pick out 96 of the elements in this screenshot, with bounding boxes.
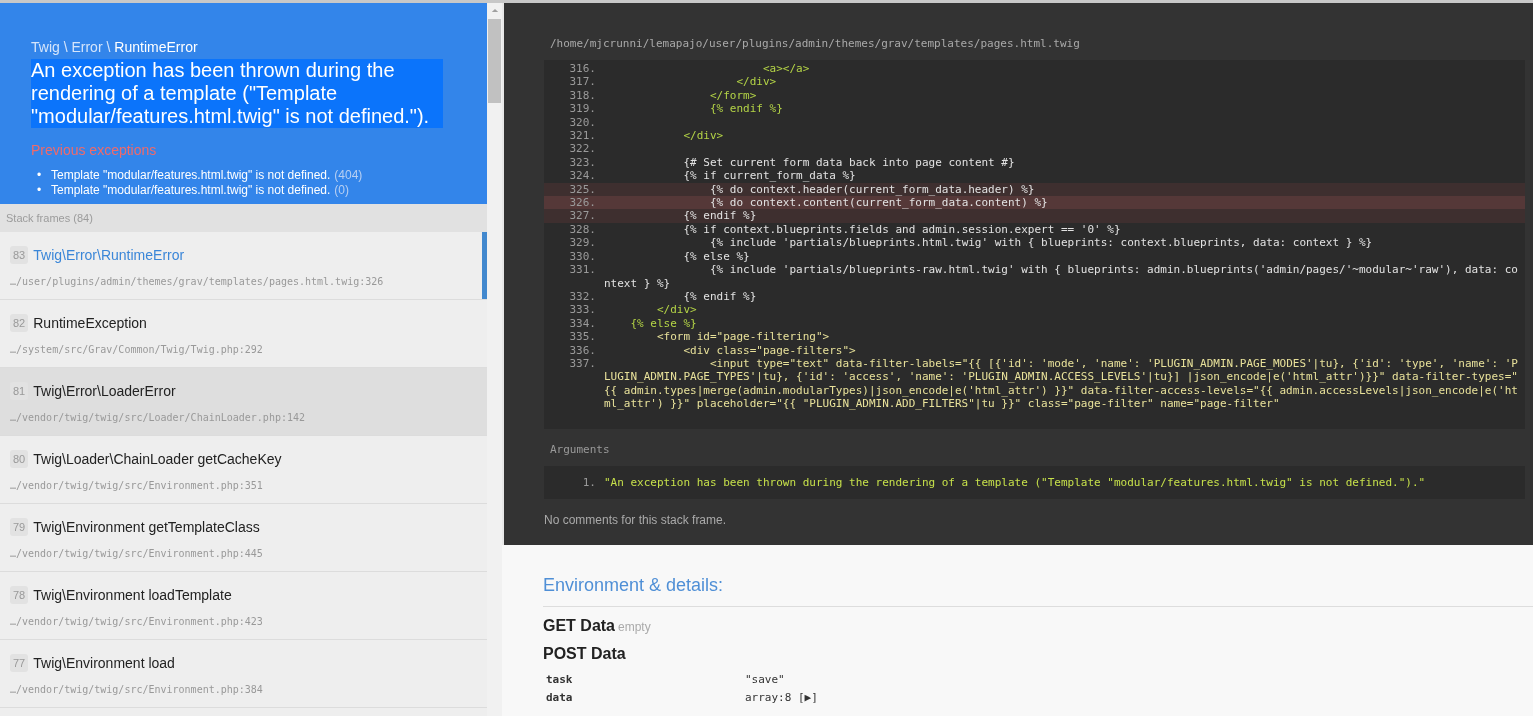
line-number: 325. xyxy=(568,182,597,197)
line-number: 331. xyxy=(568,263,597,279)
code-line: {% include 'partials/blueprints-raw.html.twig' with { blueprints: admin.blueprints('admin/pages/'~modular~'raw'), data: context } %} xyxy=(604,263,1519,290)
code-line: {% if current_form_data %} xyxy=(682,169,857,183)
details-title: Environment & details: xyxy=(543,575,1533,607)
selection-bar xyxy=(482,232,487,299)
frame-index: 81 xyxy=(10,382,29,400)
scrollbar-thumb[interactable] xyxy=(488,19,501,103)
code-line: {% include 'partials/blueprints.html.twig' with { blueprints: context.blueprints, data: context } %} xyxy=(708,236,1374,250)
code-line: {% if context.blueprints.fields and admin.session.expert == '0' %} xyxy=(682,222,1122,237)
frame-file: …/vendor/twig/twig/src/Loader/ChainLoader.php:142 xyxy=(10,412,306,423)
section-title: POST Data xyxy=(543,645,626,662)
error-namespace: Twig \ Error \ xyxy=(31,39,111,55)
list-bullet: • xyxy=(37,183,43,198)
frame-class: Twig\Error\LoaderError xyxy=(33,383,176,399)
exception-code: (0) xyxy=(334,183,349,198)
argument-number: 1. xyxy=(581,476,597,489)
data-value: "save" xyxy=(745,673,785,686)
list-bullet: • xyxy=(37,168,43,183)
stack-frame[interactable]: 79 Twig\Environment getTemplateClass …/vendor/twig/twig/src/Environment.php:445 xyxy=(0,504,487,572)
frame-class: Twig\Error\RuntimeError xyxy=(33,247,185,263)
line-number: 334. xyxy=(568,316,597,331)
line-number: 322. xyxy=(568,142,597,156)
frame-file: …/vendor/twig/twig/src/Environment.php:384 xyxy=(10,684,264,695)
code-line: </div> xyxy=(682,129,725,143)
frame-index: 83 xyxy=(10,246,29,264)
data-key: data xyxy=(546,691,745,704)
line-number: 329. xyxy=(568,236,597,250)
section-title: GET Data xyxy=(543,617,615,634)
frame-index: 82 xyxy=(10,314,29,332)
file-path: /home/mjcrunni/lemapajo/user/plugins/admin/themes/grav/templates/pages.html.twig xyxy=(549,37,1081,50)
frame-class: Twig\Loader\ChainLoader getCacheKey xyxy=(33,451,282,467)
line-number: 336. xyxy=(568,343,597,357)
frame-class: Twig\Environment load xyxy=(33,655,175,671)
stack-frames-header: Stack frames (84) xyxy=(0,204,487,232)
frame-file: …/user/plugins/admin/themes/grav/templates/pages.html.twig:326 xyxy=(10,276,385,287)
frame-class: Twig\Environment loadTemplate xyxy=(33,587,232,603)
frame-file: …/vendor/twig/twig/src/Environment.php:423 xyxy=(10,616,264,627)
line-number: 335. xyxy=(568,330,597,344)
code-line: <a></a> xyxy=(761,62,811,76)
frame-comments: No comments for this stack frame. xyxy=(544,513,728,527)
frame-index: 77 xyxy=(10,654,29,672)
line-number: 320. xyxy=(568,115,597,130)
data-key: task xyxy=(546,673,745,686)
line-number: 324. xyxy=(568,169,597,183)
line-number: 333. xyxy=(568,303,597,317)
code-line: {% endif %} xyxy=(682,289,758,304)
exception-code: (404) xyxy=(334,168,363,183)
code-line: {% else %} xyxy=(629,316,698,331)
frame-file: …/vendor/twig/twig/src/Environment.php:445 xyxy=(10,548,264,559)
code-line: {# Set current form data back into page content #} xyxy=(682,155,1016,170)
data-value: array:8 [▶] xyxy=(745,691,818,704)
frame-class: RuntimeException xyxy=(33,315,147,331)
stack-frame[interactable]: 81 Twig\Error\LoaderError …/vendor/twig/twig/src/Loader/ChainLoader.php:142 xyxy=(0,368,487,436)
section-note: empty xyxy=(618,620,651,634)
line-number: 316. xyxy=(568,62,597,76)
line-number: 326. xyxy=(568,196,597,210)
line-number: 330. xyxy=(568,249,597,264)
exception-message: An exception has been thrown during the rendering of a template ("Template "modular/features.html.twig" is not defined."). xyxy=(31,59,443,128)
line-number: 317. xyxy=(568,75,597,89)
previous-exceptions-title: Previous exceptions xyxy=(31,142,158,158)
line-number: 321. xyxy=(568,129,597,143)
line-number: 332. xyxy=(568,289,597,304)
code-line: </div> xyxy=(656,303,698,317)
scroll-up-icon[interactable] xyxy=(490,8,499,13)
frame-file: …/system/src/Grav/Common/Twig/Twig.php:292 xyxy=(10,344,264,355)
frame-file: …/vendor/twig/twig/src/Environment.php:351 xyxy=(10,480,264,491)
arguments-title: Arguments xyxy=(550,443,611,456)
code-line: <div class="page-filters"> xyxy=(682,343,857,357)
line-number: 327. xyxy=(568,209,597,223)
previous-exception[interactable]: Template "modular/features.html.twig" is not defined. xyxy=(51,183,331,198)
code-line: {% do context.header(current_form_data.header) %} xyxy=(708,182,1036,197)
line-number: 323. xyxy=(568,155,597,170)
error-class: RuntimeError xyxy=(114,39,198,55)
scrollbar[interactable] xyxy=(487,3,502,716)
stack-frame[interactable]: 80 Twig\Loader\ChainLoader getCacheKey …/vendor/twig/twig/src/Environment.php:351 xyxy=(0,436,487,504)
code-line: </div> xyxy=(735,75,778,89)
argument-value: "An exception has been thrown during the rendering of a template ("Template "modular/features.html.twig" is not defined.")." xyxy=(604,476,1426,489)
frame-class: Twig\Environment getTemplateClass xyxy=(33,519,260,535)
code-line: <form id="page-filtering"> xyxy=(656,330,831,344)
code-line: {% else %} xyxy=(682,249,751,264)
code-line: {% do context.content(current_form_data.content) %} xyxy=(708,196,1049,210)
line-number: 337. xyxy=(568,356,597,372)
line-number: 318. xyxy=(568,88,597,103)
frame-index: 79 xyxy=(10,518,29,536)
line-number: 319. xyxy=(568,102,597,116)
stack-frame[interactable]: 77 Twig\Environment load …/vendor/twig/twig/src/Environment.php:384 xyxy=(0,640,487,708)
code-line: </form> xyxy=(708,88,758,103)
line-number: 328. xyxy=(568,222,597,237)
code-line: <input type="text" data-filter-labels="{{ [{'id': 'mode', 'name': 'PLUGIN_ADMIN.PAGE_MODES'|tu}, {'id': 'type', 'name': 'PLUGIN_ADMIN.PAGE_TYPES'|tu}, {'id': 'access', 'name': 'PLUGIN_ADMIN.ACCESS_LEVELS'|tu}] |json_encode|e('html_attr')}}" data-filter-types="{{ admin.types|merge(admin.modularTypes)|json_encode|e('html_attr') }}" data-filter-access-levels="{{ admin.accessLevels|json_encode|e('html_attr') }}" placeholder="{{ "PLUGIN_ADMIN.ADD_FILTERS"|tu }}" class="page-filter" name="page-filter" xyxy=(604,356,1519,411)
stack-frame[interactable]: 78 Twig\Environment loadTemplate …/vendor/twig/twig/src/Environment.php:423 xyxy=(0,572,487,640)
previous-exception[interactable]: Template "modular/features.html.twig" is not defined. xyxy=(51,168,331,183)
frame-index: 78 xyxy=(10,586,29,604)
code-line: {% endif %} xyxy=(708,102,784,116)
code-line: {% endif %} xyxy=(682,209,758,223)
frame-index: 80 xyxy=(10,450,29,468)
